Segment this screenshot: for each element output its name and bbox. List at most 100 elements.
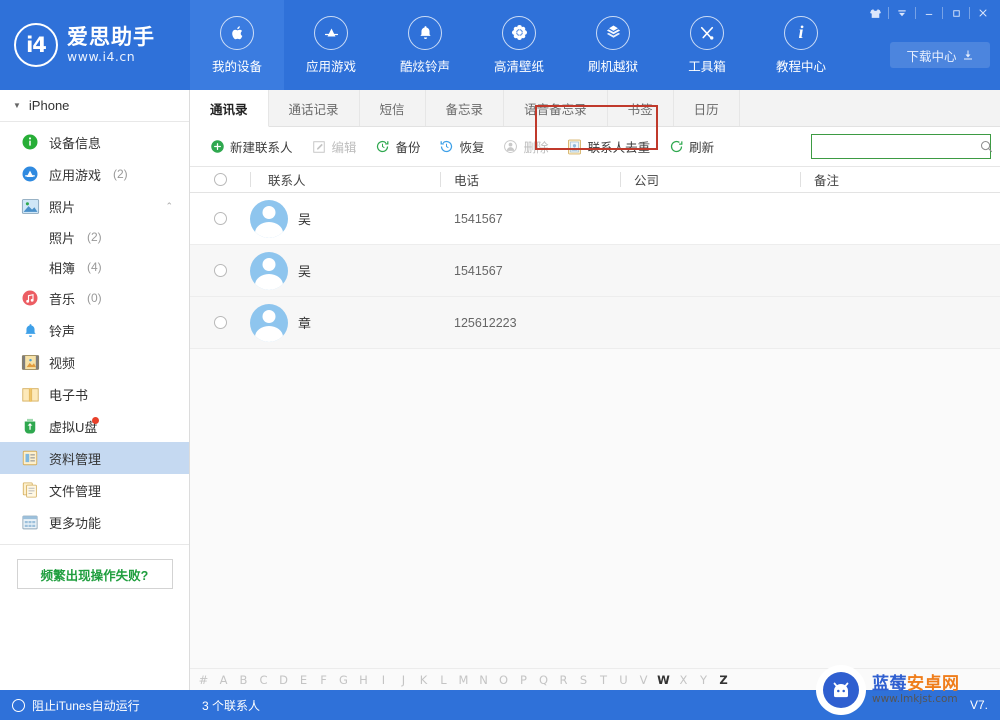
row-checkbox[interactable] bbox=[213, 264, 227, 277]
row-checkbox[interactable] bbox=[213, 316, 227, 329]
sidebar-item-apps-games[interactable]: 应用游戏 (2) bbox=[0, 158, 189, 190]
table-row[interactable]: 吴 1541567 bbox=[190, 193, 1000, 245]
alpha-index-letter[interactable]: F bbox=[314, 673, 333, 687]
alpha-index-letter[interactable]: V bbox=[634, 673, 653, 687]
backup-button[interactable]: 备份 bbox=[366, 134, 430, 160]
alpha-index-letter[interactable]: B bbox=[234, 673, 253, 687]
sidebar-item-videos[interactable]: 视频 bbox=[0, 346, 189, 378]
alpha-index-letter[interactable]: M bbox=[454, 673, 473, 687]
menu-icon[interactable] bbox=[891, 3, 913, 23]
alpha-index-letter[interactable]: U bbox=[614, 673, 633, 687]
tab-voice-memos[interactable]: 语音备忘录 bbox=[504, 90, 608, 126]
row-checkbox[interactable] bbox=[213, 212, 227, 225]
sidebar-item-music[interactable]: 音乐 (0) bbox=[0, 282, 189, 314]
table-row[interactable]: 章 125612223 bbox=[190, 297, 1000, 349]
refresh-button[interactable]: 刷新 bbox=[659, 134, 723, 160]
select-all-checkbox[interactable] bbox=[213, 173, 227, 186]
sidebar-item-label: 铃声 bbox=[49, 323, 76, 339]
alpha-index-letter[interactable]: # bbox=[194, 673, 213, 687]
itunes-toggle-label: 阻止iTunes自动运行 bbox=[32, 698, 140, 713]
alpha-index-letter[interactable]: G bbox=[334, 673, 353, 687]
column-header-company[interactable]: 公司 bbox=[620, 167, 800, 193]
chevron-up-icon[interactable]: ⌃ bbox=[165, 201, 173, 212]
sidebar-item-ebooks[interactable]: 电子书 bbox=[0, 378, 189, 410]
appstore-circle-icon bbox=[20, 164, 40, 184]
alpha-index-letter[interactable]: O bbox=[494, 673, 513, 687]
sidebar-item-virtual-usb[interactable]: 虚拟U盘 bbox=[0, 410, 189, 442]
alpha-index-letter[interactable]: S bbox=[574, 673, 593, 687]
avatar bbox=[250, 303, 288, 342]
alpha-index-letter[interactable]: N bbox=[474, 673, 493, 687]
column-header-phone[interactable]: 电话 bbox=[440, 167, 620, 193]
apple-icon bbox=[220, 15, 254, 50]
delete-icon bbox=[503, 139, 519, 155]
device-selector[interactable]: ▼ iPhone bbox=[0, 90, 189, 122]
sidebar-item-photos-sub[interactable]: 照片 (2) bbox=[0, 222, 189, 252]
download-center-button[interactable]: 下载中心 bbox=[890, 42, 990, 68]
alpha-index-letter[interactable]: Y bbox=[694, 673, 713, 687]
nav-apps-games[interactable]: 应用游戏 bbox=[284, 0, 378, 90]
tab-notes[interactable]: 备忘录 bbox=[426, 90, 505, 126]
nav-tutorials[interactable]: i 教程中心 bbox=[754, 0, 848, 90]
button-label: 删除 bbox=[523, 141, 549, 155]
content-tabs: 通讯录 通话记录 短信 备忘录 语音备忘录 书签 日历 bbox=[190, 90, 1000, 127]
usb-icon bbox=[20, 416, 40, 436]
table-row[interactable]: 吴 1541567 bbox=[190, 245, 1000, 297]
search-box[interactable] bbox=[811, 134, 994, 159]
tab-call-history[interactable]: 通话记录 bbox=[269, 90, 360, 126]
sidebar-item-photos[interactable]: 照片 ⌃ bbox=[0, 190, 189, 222]
sidebar-item-count: (4) bbox=[87, 260, 102, 274]
alpha-index-letter[interactable]: L bbox=[434, 673, 453, 687]
tab-bookmarks[interactable]: 书签 bbox=[608, 90, 674, 126]
itunes-block-toggle[interactable]: 阻止iTunes自动运行 bbox=[0, 690, 190, 720]
alpha-index-letter[interactable]: W bbox=[654, 673, 673, 687]
maximize-icon[interactable] bbox=[945, 3, 967, 23]
sidebar-item-label: 电子书 bbox=[49, 387, 89, 403]
help-button[interactable]: 频繁出现操作失败? bbox=[16, 559, 173, 589]
sidebar-item-file-management[interactable]: 文件管理 bbox=[0, 474, 189, 506]
dedupe-contacts-button[interactable]: 联系人去重 bbox=[558, 134, 660, 160]
tab-contacts[interactable]: 通讯录 bbox=[190, 90, 269, 127]
sidebar-item-albums[interactable]: 相簿 (4) bbox=[0, 252, 189, 282]
sidebar-item-ringtones[interactable]: 铃声 bbox=[0, 314, 189, 346]
alpha-index-letter[interactable]: P bbox=[514, 673, 533, 687]
sidebar-item-data-management[interactable]: 资料管理 bbox=[0, 442, 189, 474]
alpha-index-letter[interactable]: C bbox=[254, 673, 273, 687]
tab-sms[interactable]: 短信 bbox=[360, 90, 426, 126]
nav-flash-jailbreak[interactable]: 刷机越狱 bbox=[566, 0, 660, 90]
alpha-index-letter[interactable]: D bbox=[274, 673, 293, 687]
download-icon bbox=[963, 50, 972, 60]
sidebar-item-label: 应用游戏 bbox=[49, 167, 102, 183]
alpha-index-letter[interactable]: A bbox=[214, 673, 233, 687]
alpha-index-letter[interactable]: I bbox=[374, 673, 393, 687]
alpha-index-letter[interactable]: X bbox=[674, 673, 693, 687]
alpha-index-letter[interactable]: T bbox=[594, 673, 613, 687]
edit-icon bbox=[311, 139, 327, 155]
tab-calendar[interactable]: 日历 bbox=[674, 90, 740, 126]
close-icon[interactable] bbox=[972, 3, 994, 23]
alpha-index-letter[interactable]: K bbox=[414, 673, 433, 687]
restore-button[interactable]: 恢复 bbox=[430, 134, 494, 160]
alpha-index-letter[interactable]: Q bbox=[534, 673, 553, 687]
column-header-name[interactable]: 联系人 bbox=[250, 167, 440, 193]
alpha-index-letter[interactable]: Z bbox=[714, 673, 733, 687]
column-header-note[interactable]: 备注 bbox=[800, 167, 1000, 193]
search-input[interactable] bbox=[812, 135, 979, 158]
alpha-index-letter[interactable]: R bbox=[554, 673, 573, 687]
search-icon[interactable] bbox=[979, 139, 994, 154]
minimize-icon[interactable] bbox=[918, 3, 940, 23]
nav-toolbox[interactable]: 工具箱 bbox=[660, 0, 754, 90]
alpha-index-letter[interactable]: J bbox=[394, 673, 413, 687]
alpha-index-letter[interactable]: H bbox=[354, 673, 373, 687]
site-watermark: 蓝莓安卓网 www.lmkjst.com bbox=[810, 660, 1000, 720]
new-contact-button[interactable]: 新建联系人 bbox=[200, 134, 302, 160]
select-all-cell[interactable] bbox=[190, 167, 250, 193]
skin-icon[interactable] bbox=[864, 3, 886, 23]
nav-ringtones[interactable]: 酷炫铃声 bbox=[378, 0, 472, 90]
nav-my-device[interactable]: 我的设备 bbox=[190, 0, 284, 90]
sidebar-item-more-features[interactable]: 更多功能 bbox=[0, 506, 189, 538]
sidebar-item-device-info[interactable]: 设备信息 bbox=[0, 126, 189, 158]
music-icon bbox=[20, 288, 40, 308]
nav-wallpapers[interactable]: 高清壁纸 bbox=[472, 0, 566, 90]
alpha-index-letter[interactable]: E bbox=[294, 673, 313, 687]
